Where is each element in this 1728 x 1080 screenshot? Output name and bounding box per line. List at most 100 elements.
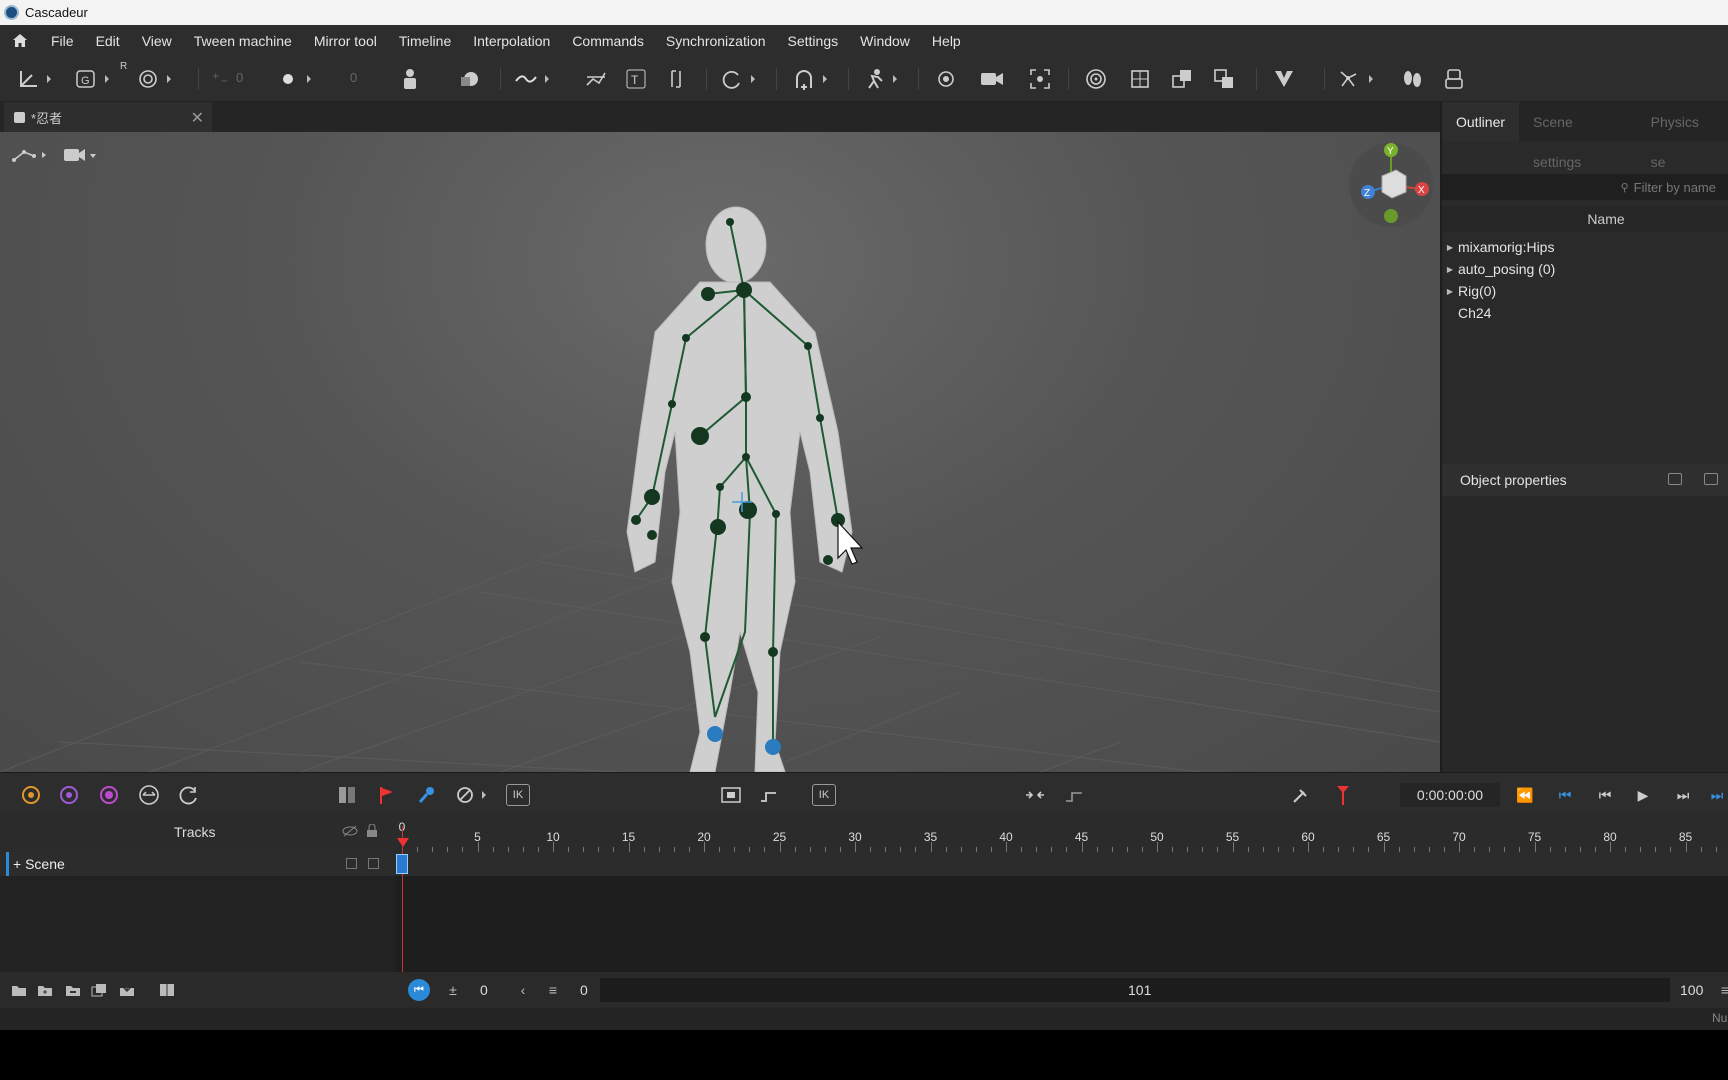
bone-view-icon[interactable] — [12, 146, 48, 169]
visibility-checkbox[interactable] — [346, 858, 357, 869]
lock-icon[interactable] — [366, 823, 378, 841]
menu-tween-machine[interactable]: Tween machine — [183, 33, 303, 49]
scene-track-label[interactable]: + Scene — [6, 852, 65, 876]
range-slider[interactable]: 101 — [600, 978, 1670, 1002]
panel-expand-icon[interactable] — [1704, 473, 1718, 485]
menu-commands[interactable]: Commands — [561, 33, 655, 49]
camera-view-icon[interactable] — [62, 146, 98, 169]
character-icon[interactable] — [396, 65, 424, 93]
prev-frame-icon[interactable]: ⏮ — [1594, 784, 1616, 806]
rewind-icon[interactable]: ⏪ — [1514, 784, 1536, 806]
play-icon[interactable]: ▶ — [1632, 784, 1654, 806]
range-end-field[interactable]: 100 — [1680, 982, 1703, 998]
fit-frame-icon[interactable] — [720, 784, 742, 806]
remove-track-icon[interactable] — [64, 981, 82, 999]
global-mode-icon[interactable]: G — [72, 65, 109, 93]
footprint-icon[interactable] — [1398, 65, 1426, 93]
expand-arrow-icon[interactable]: ▶ — [1442, 265, 1458, 274]
playhead-marker-icon[interactable] — [1332, 784, 1354, 806]
outliner-item[interactable]: ▶ Rig(0) — [1442, 280, 1728, 302]
menu-settings[interactable]: Settings — [777, 33, 850, 49]
timecode-display[interactable]: 0:00:00:00 — [1400, 783, 1500, 807]
compress-icon[interactable] — [1024, 784, 1046, 806]
outliner-item[interactable]: ▶ mixamorig:Hips — [1442, 236, 1728, 258]
copy-pose-icon[interactable] — [1168, 65, 1196, 93]
focus-icon[interactable] — [1026, 65, 1054, 93]
menu-icon[interactable]: ≡ — [1716, 981, 1728, 999]
mirror-v-icon[interactable] — [1270, 65, 1298, 93]
chevron-left-icon[interactable]: ‹ — [514, 981, 532, 999]
frame-ruler[interactable]: 0510152025303540455055606570758085 — [396, 814, 1728, 852]
interval-icon[interactable] — [138, 784, 160, 806]
expand-arrow-icon[interactable]: ▶ — [1442, 243, 1458, 252]
pink-gear-icon[interactable] — [98, 784, 120, 806]
track-row-scene[interactable]: + Scene — [0, 852, 1728, 876]
close-icon[interactable]: ✕ — [191, 108, 204, 128]
shapes-icon[interactable] — [456, 65, 484, 93]
disable-icon[interactable] — [454, 784, 486, 806]
grid-select-icon[interactable] — [1126, 65, 1154, 93]
increment-icon[interactable]: ⁺₋ — [206, 65, 234, 93]
point-icon[interactable] — [274, 65, 311, 93]
curve-icon[interactable] — [512, 65, 549, 93]
path-icon[interactable] — [758, 784, 780, 806]
navigation-gizmo[interactable]: Y X Z — [1346, 140, 1436, 230]
menu-file[interactable]: File — [40, 33, 85, 49]
axis-tool-icon[interactable] — [14, 65, 51, 93]
panel-layout-icon[interactable] — [1668, 473, 1682, 485]
jump-to-start-icon[interactable]: ⏮ — [408, 979, 430, 1001]
playhead-line[interactable] — [402, 826, 403, 972]
interpolation-icon[interactable] — [582, 65, 610, 93]
menu-view[interactable]: View — [131, 33, 183, 49]
go-to-start-icon[interactable]: ⏮ — [1554, 784, 1576, 806]
menu-mirror-tool[interactable]: Mirror tool — [303, 33, 388, 49]
target-icon[interactable] — [932, 65, 960, 93]
robot-icon[interactable] — [1440, 65, 1468, 93]
add-track-icon[interactable] — [36, 981, 54, 999]
flag-icon[interactable] — [376, 784, 398, 806]
hide-icon[interactable] — [342, 824, 358, 841]
tab-physics-settings[interactable]: Physics se — [1637, 102, 1728, 170]
ik-toggle-2[interactable]: IK — [812, 784, 836, 806]
tab-scene[interactable]: *忍者 ✕ — [4, 102, 212, 132]
menu-window[interactable]: Window — [849, 33, 921, 49]
refresh-icon[interactable] — [178, 784, 200, 806]
tab-outliner[interactable]: Outliner — [1442, 102, 1520, 142]
toolbar-field2[interactable]: 0 — [350, 70, 357, 85]
import-track-icon[interactable] — [118, 981, 136, 999]
orange-gear-icon[interactable] — [20, 784, 42, 806]
text-icon[interactable]: T — [622, 65, 650, 93]
outliner-item[interactable]: Ch24 — [1442, 302, 1728, 324]
lock-checkbox[interactable] — [368, 858, 379, 869]
list-icon[interactable]: ≡ — [544, 981, 562, 999]
smooth-icon[interactable] — [1064, 784, 1086, 806]
menu-synchronization[interactable]: Synchronization — [655, 33, 777, 49]
menu-edit[interactable]: Edit — [85, 33, 131, 49]
home-icon[interactable] — [0, 33, 40, 48]
duplicate-track-icon[interactable] — [90, 981, 108, 999]
physics-icon[interactable] — [1336, 65, 1373, 93]
paste-pose-icon[interactable] — [1210, 65, 1238, 93]
spiral-icon[interactable] — [1082, 65, 1110, 93]
track-settings-icon[interactable] — [158, 981, 176, 999]
loop-icon[interactable] — [718, 65, 755, 93]
filter-input[interactable]: ⚲ Filter by name — [1442, 174, 1728, 200]
run-pose-icon[interactable] — [860, 65, 897, 93]
expand-arrow-icon[interactable]: ▶ — [1442, 287, 1458, 296]
name-column-header[interactable]: Name — [1442, 206, 1728, 232]
menu-timeline[interactable]: Timeline — [388, 33, 462, 49]
bracket-icon[interactable] — [662, 65, 690, 93]
key-icon[interactable] — [416, 784, 438, 806]
outliner-item[interactable]: ▶ auto_posing (0) — [1442, 258, 1728, 280]
magnet-icon[interactable] — [790, 65, 827, 93]
plus-minus-icon[interactable]: ± — [444, 981, 462, 999]
menu-help[interactable]: Help — [921, 33, 972, 49]
orbit-icon[interactable] — [134, 65, 171, 93]
menu-interpolation[interactable]: Interpolation — [462, 33, 561, 49]
3d-viewport[interactable] — [0, 132, 1440, 772]
auto-key-icon[interactable] — [1290, 784, 1312, 806]
toolbar-field1[interactable]: 0 — [236, 70, 243, 85]
camera-icon[interactable] — [978, 65, 1006, 93]
ik-toggle-1[interactable]: IK — [506, 784, 530, 806]
new-folder-icon[interactable] — [10, 981, 28, 999]
